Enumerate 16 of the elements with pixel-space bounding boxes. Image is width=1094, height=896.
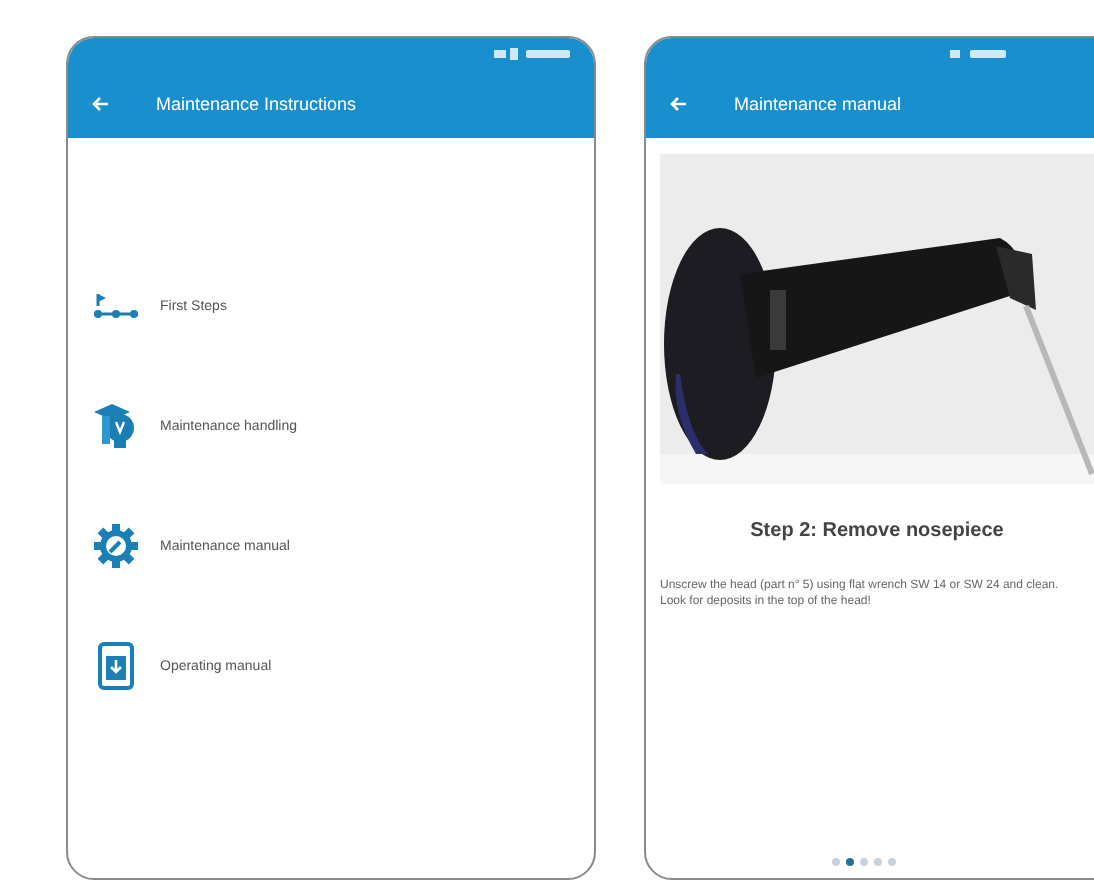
page-indicator-dot[interactable] (887, 858, 895, 866)
page-indicator-dot[interactable] (873, 858, 881, 866)
page-indicator-dot[interactable] (859, 858, 867, 866)
back-arrow-icon[interactable] (92, 95, 110, 111)
screen-title: Maintenance manual (734, 93, 902, 113)
screen-title: Maintenance Instructions (156, 93, 357, 113)
page-indicator-dot[interactable] (845, 858, 853, 866)
status-icons (494, 47, 574, 59)
status-icons (949, 47, 1009, 59)
document-icon (92, 642, 140, 690)
lightbulb-icon (92, 402, 140, 450)
step-title: Step 2: Remove nosepiece (748, 520, 1006, 542)
gear-icon (92, 522, 140, 570)
page-indicator-dot[interactable] (831, 858, 839, 866)
path-icon (92, 292, 140, 320)
back-arrow-icon[interactable] (670, 95, 688, 111)
